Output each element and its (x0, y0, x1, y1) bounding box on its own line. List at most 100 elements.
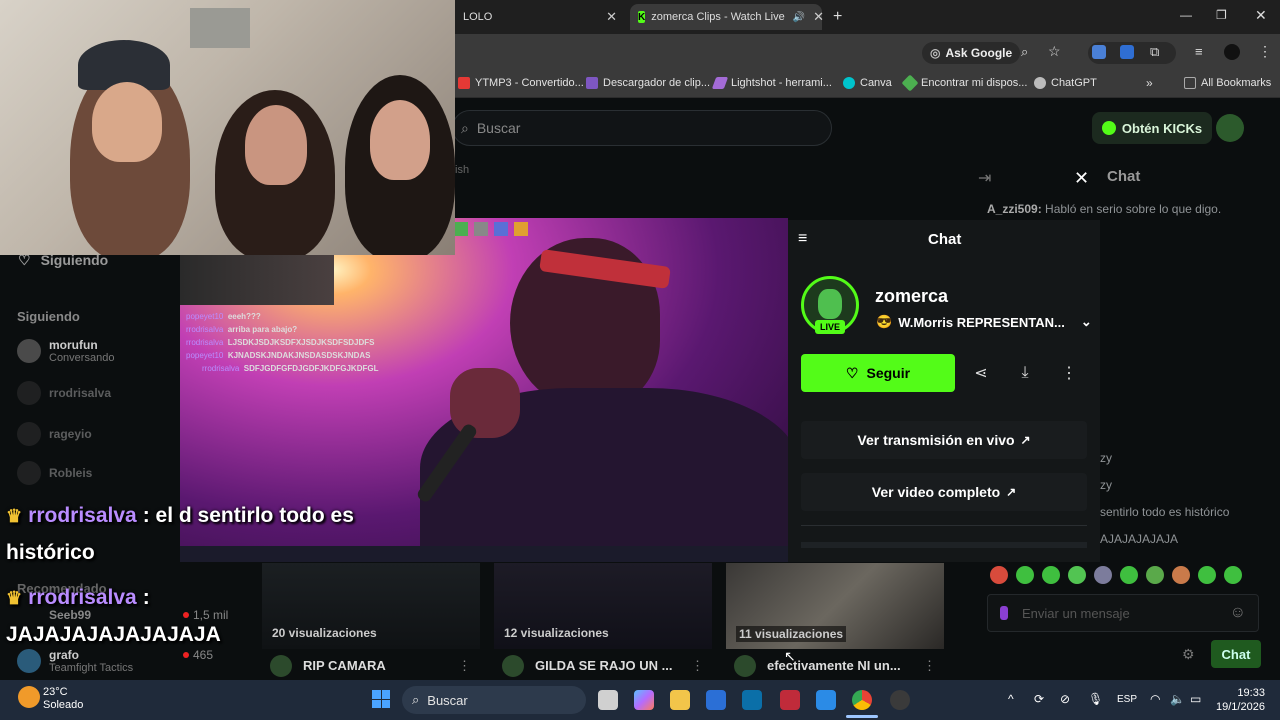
chevron-down-icon[interactable]: ⌄ (1081, 314, 1092, 330)
video-taskbar (180, 546, 788, 562)
emote-icon[interactable] (1016, 566, 1034, 584)
get-kicks-button[interactable]: Obtén KICKs (1092, 112, 1212, 144)
copilot-icon[interactable] (634, 690, 654, 710)
send-chat-button[interactable]: Chat (1211, 640, 1261, 668)
emote-icon[interactable] (1172, 566, 1190, 584)
extension-icon[interactable] (1120, 45, 1134, 59)
channel-name[interactable]: zomerca (875, 286, 948, 307)
weather-widget[interactable]: 23°C Soleado (43, 686, 83, 712)
sidebar-item-robleis[interactable]: Robleis (17, 461, 92, 485)
search-input[interactable]: ⌕ Buscar (452, 110, 832, 146)
emote-icon[interactable] (1146, 566, 1164, 584)
close-icon[interactable]: ✕ (1074, 168, 1089, 189)
more-options-icon[interactable]: ⋮ (923, 658, 936, 674)
task-view-icon[interactable] (598, 690, 618, 710)
close-tab-icon[interactable]: ✕ (813, 9, 824, 25)
emote-icon[interactable] (1042, 566, 1060, 584)
clip-thumbnail[interactable]: 12 visualizaciones (494, 563, 712, 649)
emote-icon[interactable] (1198, 566, 1216, 584)
mail-icon[interactable] (816, 690, 836, 710)
emote-icon[interactable] (990, 566, 1008, 584)
panel-scroll-edge (801, 542, 1087, 548)
weather-icon[interactable] (18, 686, 40, 708)
sidebar-item-rrodrisalva[interactable]: rrodrisalva (17, 381, 111, 405)
chevron-up-icon[interactable]: ^ (1008, 692, 1014, 706)
wifi-icon[interactable]: ◠ (1150, 692, 1160, 706)
emote-icon[interactable] (1068, 566, 1086, 584)
close-window-icon[interactable]: ✕ (1255, 7, 1267, 24)
microphone-icon[interactable]: 🎙 (1088, 692, 1103, 706)
clip-thumbnail[interactable]: 11 visualizaciones (726, 563, 944, 649)
share-button[interactable]: ⋖ (966, 354, 996, 392)
more-options-icon[interactable]: ⋮ (691, 658, 704, 674)
collapse-chat-icon[interactable]: ⇥ (978, 168, 991, 188)
battery-icon[interactable]: ▭ (1190, 692, 1201, 706)
more-options-icon[interactable]: ⋮ (458, 658, 471, 674)
more-options-button[interactable]: ⋮ (1054, 354, 1084, 392)
bookmark-lightshot[interactable]: Lightshot - herrami... (711, 77, 832, 89)
message-input[interactable]: Enviar un mensaje ☺ (987, 594, 1259, 632)
user-avatar[interactable] (1216, 114, 1244, 142)
tab-lolo[interactable]: LOLO ✕ (455, 4, 625, 30)
channel-name[interactable]: Seeb99 (49, 608, 91, 622)
ask-google-button[interactable]: ◎ Ask Google (922, 42, 1021, 64)
mcafee-icon[interactable] (780, 690, 800, 710)
sync-icon[interactable]: ⟳ (1034, 692, 1044, 706)
bookmark-ytmp3[interactable]: YTMP3 - Convertido... (458, 77, 584, 89)
minimize-icon[interactable]: — (1180, 8, 1192, 22)
location-icon[interactable]: ⊘ (1060, 692, 1070, 706)
chat-line: AJAJAJAJAJA (1100, 532, 1179, 546)
emoji-icon[interactable]: ☺ (1230, 604, 1246, 622)
emote-icon[interactable] (1120, 566, 1138, 584)
search-icon: ⌕ (461, 119, 469, 136)
tab-label: zomerca Clips - Watch Live (651, 11, 785, 23)
all-bookmarks[interactable]: All Bookmarks (1184, 77, 1271, 89)
taskbar-search[interactable]: ⌕ Buscar (402, 686, 586, 714)
category-chip[interactable]: ish (455, 164, 469, 176)
clip-title[interactable]: RIP CAMARA (303, 658, 386, 673)
watch-full-video-button[interactable]: Ver video completo ↗ (801, 473, 1087, 511)
chrome-icon[interactable] (852, 690, 872, 710)
tab-zomerca[interactable]: K zomerca Clips - Watch Live 🔊 ✕ (630, 4, 824, 30)
language-indicator[interactable]: ESP (1117, 694, 1137, 705)
clip-thumbnail[interactable]: 20 visualizaciones (262, 563, 480, 649)
bookmark-find-device[interactable]: Encontrar mi dispos... (901, 74, 1027, 92)
new-tab-icon[interactable]: + (833, 8, 842, 26)
profile-avatar[interactable] (1224, 44, 1240, 60)
follow-button[interactable]: ♡ Seguir (801, 354, 955, 392)
emote-icon[interactable] (1224, 566, 1242, 584)
avatar (734, 655, 756, 677)
puzzle-icon[interactable]: ⧉ (1150, 44, 1159, 60)
star-icon[interactable]: ☆ (1048, 43, 1061, 60)
close-tab-icon[interactable]: ✕ (606, 9, 617, 25)
store-icon[interactable] (706, 690, 726, 710)
menu-icon[interactable]: ⋮ (1258, 43, 1272, 60)
zoom-icon[interactable]: ⌕ (1021, 44, 1028, 60)
start-button[interactable] (372, 690, 390, 708)
sidebar-item-rageyio[interactable]: rageyio (17, 422, 92, 446)
file-explorer-icon[interactable] (670, 690, 690, 710)
stream-title[interactable]: 😎 W.Morris REPRESENTAN... ⌄ (876, 314, 1092, 330)
bookmark-clip-downloader[interactable]: Descargador de clip... (586, 77, 710, 89)
chat-username[interactable]: A_zzi509: (987, 202, 1042, 216)
clip-title[interactable]: GILDA SE RAJO UN ... (535, 658, 672, 673)
translate-extension-icon[interactable] (1092, 45, 1106, 59)
watch-live-button[interactable]: Ver transmisión en vivo ↗ (801, 421, 1087, 459)
bookmark-chatgpt[interactable]: ChatGPT (1034, 77, 1097, 89)
more-bookmarks-icon[interactable]: » (1146, 76, 1153, 90)
media-icon[interactable]: ≡ (1195, 44, 1203, 59)
sidebar-item-morufun[interactable]: morufun Conversando (17, 338, 114, 364)
audio-icon[interactable]: 🔊 (793, 12, 805, 23)
dell-icon[interactable] (742, 690, 762, 710)
maximize-icon[interactable]: ❐ (1216, 8, 1227, 22)
chat-message: A_zzi509: Habló en serio sobre lo que di… (987, 202, 1221, 216)
download-button[interactable]: ⤓ (1010, 354, 1040, 392)
settings-icon[interactable]: ⚙ (1182, 646, 1195, 663)
sidebar-item-grafo[interactable]: grafo Teamfight Tactics (17, 648, 133, 674)
app-icon[interactable] (890, 690, 910, 710)
bookmark-canva[interactable]: Canva (843, 77, 892, 89)
emote-icon[interactable] (1094, 566, 1112, 584)
collapse-panel-icon[interactable]: ≡ (798, 230, 807, 248)
clock[interactable]: 19:33 19/1/2026 (1216, 686, 1265, 714)
volume-icon[interactable]: 🔈 (1170, 692, 1185, 706)
